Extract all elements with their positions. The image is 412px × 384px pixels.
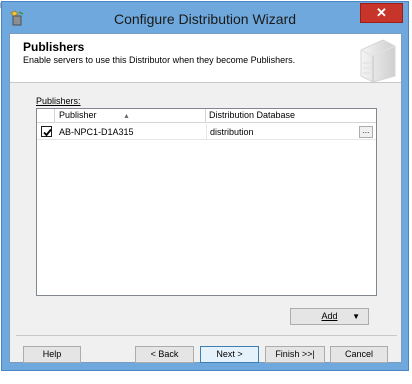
page-subtitle: Enable servers to use this Distributor w…	[23, 55, 296, 65]
back-button-label: < Back	[150, 349, 179, 359]
page-title: Publishers	[23, 40, 85, 54]
add-button-label: Add	[321, 311, 338, 321]
close-button[interactable]: ✕	[360, 3, 403, 23]
grid-header: Publisher ▲ Distribution Database	[37, 109, 376, 123]
window-title: Configure Distribution Wizard	[113, 11, 297, 27]
checkmark-icon	[43, 128, 52, 137]
help-button[interactable]: Help	[23, 346, 81, 363]
finish-button-label: Finish >>|	[275, 349, 315, 359]
column-header-distribution-database-text: Distribution Database	[209, 110, 296, 120]
wizard-window: Configure Distribution Wizard ✕ Publishe…	[1, 1, 409, 371]
column-header-publisher[interactable]: Publisher ▲	[55, 109, 206, 123]
add-button[interactable]: Add ▼	[290, 308, 369, 325]
back-button[interactable]: < Back	[135, 346, 194, 363]
server-illustration-icon	[353, 36, 397, 83]
sort-ascending-icon: ▲	[123, 113, 130, 120]
publisher-checkbox[interactable]	[41, 126, 52, 137]
publisher-name: AB-NPC1-D1A315	[59, 127, 134, 137]
column-header-distribution-database[interactable]: Distribution Database	[206, 109, 378, 123]
column-header-publisher-text: Publisher	[59, 110, 97, 120]
close-icon: ✕	[376, 5, 387, 20]
next-button[interactable]: Next >	[200, 346, 259, 363]
title-bar[interactable]: Configure Distribution Wizard ✕	[2, 2, 408, 34]
publishers-label: Publishers:	[36, 96, 81, 106]
grid-header-checkbox-column[interactable]	[37, 109, 55, 123]
browse-database-button[interactable]: ...	[359, 126, 373, 138]
publishers-grid[interactable]: Publisher ▲ Distribution Database AB-NPC…	[36, 108, 377, 296]
dropdown-arrow-icon: ▼	[352, 312, 360, 321]
column-divider	[206, 124, 207, 140]
publishers-label-text: Publishers:	[36, 96, 81, 106]
distribution-database-value[interactable]: distribution	[210, 127, 254, 137]
footer-separator	[16, 335, 397, 336]
cancel-button[interactable]: Cancel	[330, 346, 388, 363]
cancel-button-label: Cancel	[344, 349, 373, 359]
screen-bottom-area	[0, 372, 412, 384]
wizard-client-area: Publishers Enable servers to use this Di…	[9, 33, 402, 363]
help-button-label: Help	[42, 349, 62, 359]
wizard-header: Publishers Enable servers to use this Di…	[10, 34, 401, 83]
next-button-label: Next >	[216, 349, 243, 359]
finish-button[interactable]: Finish >>|	[265, 346, 325, 363]
